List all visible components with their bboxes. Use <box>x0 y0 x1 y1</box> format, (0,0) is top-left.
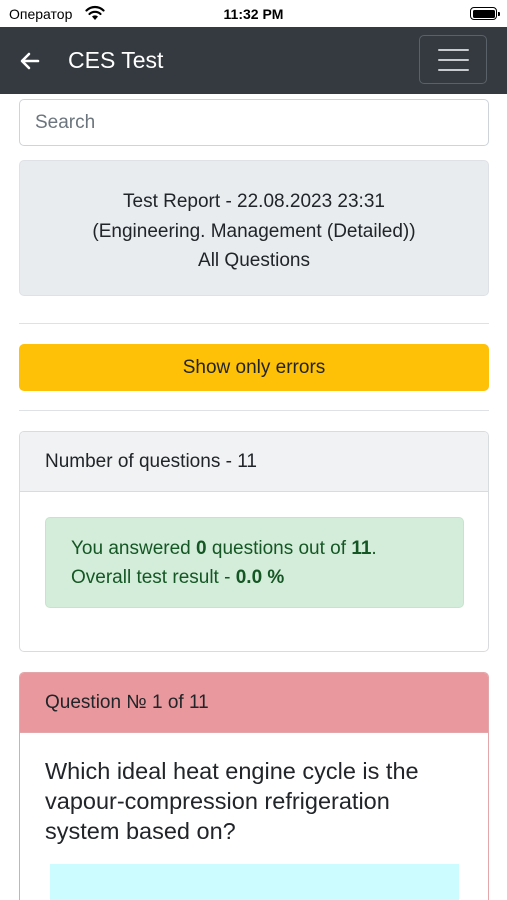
navbar: CES Test <box>0 27 507 94</box>
report-category: (Engineering. Management (Detailed)) <box>92 220 416 242</box>
report-info-panel: Test Report - 22.08.2023 23:31 (Engineer… <box>19 160 489 296</box>
divider <box>19 323 489 324</box>
result-value: 0.0 % <box>235 567 285 588</box>
question-text: Which ideal heat engine cycle is the vap… <box>45 758 419 844</box>
result-line: Overall test result - 0.0 % <box>71 567 285 588</box>
clock: 11:32 PM <box>223 6 284 22</box>
answered-line: You answered 0 questions out of 11. <box>71 538 377 559</box>
summary-card: Number of questions - 11 You answered 0 … <box>19 431 489 652</box>
main-content: Test Report - 22.08.2023 23:31 (Engineer… <box>0 94 507 900</box>
result-alert: You answered 0 questions out of 11. Over… <box>45 517 464 608</box>
show-errors-button[interactable]: Show only errors <box>19 344 489 391</box>
status-bar: Оператор 11:32 PM <box>0 0 507 27</box>
total-count: 11 <box>351 538 372 559</box>
menu-toggle-button[interactable] <box>419 35 487 84</box>
question-card: Question № 1 of 11 Which ideal heat engi… <box>19 672 489 900</box>
summary-header: Number of questions - 11 <box>20 432 488 492</box>
app-title: CES Test <box>68 47 164 73</box>
answered-count: 0 <box>196 538 207 559</box>
arrow-left-icon[interactable] <box>18 49 42 73</box>
answer-option[interactable] <box>50 864 459 900</box>
question-header: Question № 1 of 11 <box>20 673 488 733</box>
battery-icon <box>470 7 500 20</box>
report-title: Test Report - 22.08.2023 23:31 <box>123 191 385 212</box>
search-input[interactable] <box>19 99 489 146</box>
report-scope: All Questions <box>198 250 310 271</box>
divider <box>19 410 489 411</box>
